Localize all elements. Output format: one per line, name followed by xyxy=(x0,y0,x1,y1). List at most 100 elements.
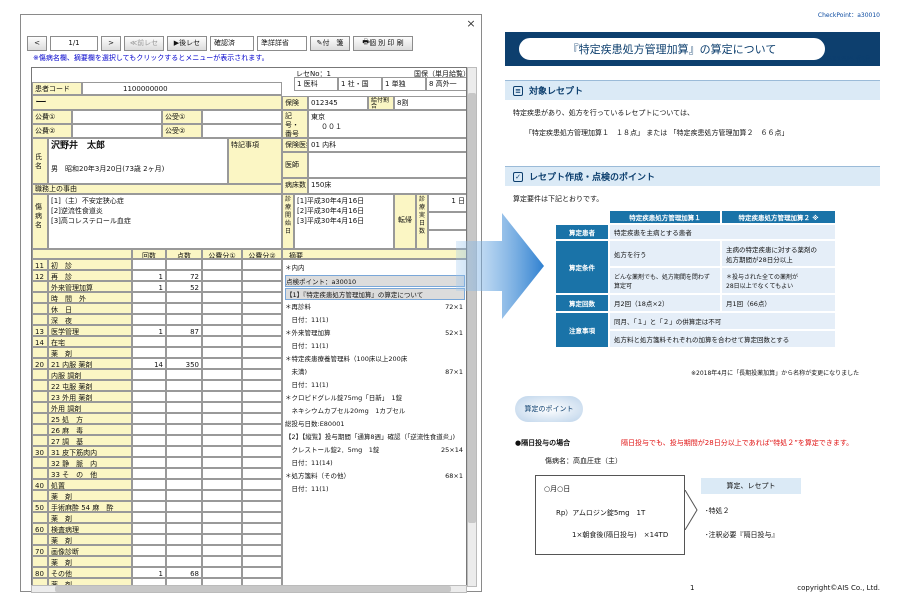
close-icon[interactable]: × xyxy=(465,17,477,30)
row-label: 27 調 基 xyxy=(48,435,132,446)
row-kohi2 xyxy=(242,468,282,479)
table-head-1: 特定疾患処方管理加算１ xyxy=(609,210,721,224)
cond-1b-line: どんな薬剤でも、処方期間を問わず xyxy=(614,273,710,281)
detail-select[interactable]: 準詳詳省 xyxy=(257,35,307,51)
row-points xyxy=(166,490,202,501)
row-label: 手術麻酔 54 麻 酔 xyxy=(48,501,132,512)
row-label: 23 外用 薬剤 xyxy=(48,391,132,402)
check-icon: ✓ xyxy=(513,171,523,182)
checkpoint-id: CheckPoint：a30010 xyxy=(817,12,880,19)
outcome-label: 転帰 xyxy=(394,194,416,249)
kohi1-value[interactable] xyxy=(72,110,162,124)
caution-1: 同月、「１」と「２」の併算定は不可 xyxy=(609,312,836,330)
checkpoint-highlight[interactable]: 【1】『特定疾患処方管理加算』の算定について xyxy=(285,288,465,300)
row-label: 31 皮下筋肉内 xyxy=(48,446,132,457)
row-points xyxy=(166,556,202,567)
row-kohi2 xyxy=(242,303,282,314)
jukyu1-value[interactable] xyxy=(202,110,282,124)
points-header: 点数 xyxy=(166,249,202,259)
prescription-box: ○月○日 Rp）アムロジン錠5mg 1T 1×朝食後(隔日投与) ×14TD xyxy=(535,475,685,555)
row-count xyxy=(132,413,166,424)
tekiyo-text: 日付：11(1) xyxy=(285,316,329,324)
row-points: 87 xyxy=(166,325,202,336)
start-date: [1]平成30年4月16日 xyxy=(297,197,365,205)
row-kohi1 xyxy=(202,314,242,325)
tekiyo-line: ＊クロピドグレル錠75mg「日新」 1錠 xyxy=(285,392,465,404)
kohi1-points-header: 公費分① xyxy=(202,249,242,259)
row-kohi1 xyxy=(202,490,242,501)
row-code: 40 xyxy=(32,479,48,490)
tekiyo-text: ＊外来管理加算 xyxy=(285,329,331,337)
beds-label: 病床数 xyxy=(282,178,308,194)
row-kohi2 xyxy=(242,567,282,578)
sec1-items: 「特定疾患処方管理加算１ １８点」 または 「特定疾患処方管理加算２ ６６点」 xyxy=(525,129,789,137)
patient-name: 沢野井 太郎 xyxy=(51,141,106,151)
patient-gender-birth: 男 昭和20年3月20日(73歳 2ヶ月) xyxy=(51,164,225,174)
kohi2-value[interactable] xyxy=(72,124,162,138)
count-header: 回数 xyxy=(132,249,166,259)
tekiyo-line: 日付：11(1) xyxy=(285,483,465,495)
row-kohi2 xyxy=(242,424,282,435)
jukyu2-value[interactable] xyxy=(202,124,282,138)
sec2-body: 算定要件は下記とおりです。 xyxy=(513,195,604,203)
sticky-note-button[interactable]: ✎ 付 箋 xyxy=(310,35,350,51)
cond-2b-line: ＊投与された全ての薬剤が xyxy=(726,273,799,281)
row-label: 深 夜 xyxy=(48,314,132,325)
row-code: 60 xyxy=(32,523,48,534)
section-target-receipt: ≡ 対象レセプト xyxy=(505,80,880,100)
birthdate: 昭和20年3月20日(73歳 2ヶ月) xyxy=(65,165,165,173)
row-count: 14 xyxy=(132,358,166,369)
row-kohi1 xyxy=(202,270,242,281)
tekiyo-area[interactable]: ＊内内 点検ポイント：a30010 【1】『特定疾患処方管理加算』の算定について ＊再… xyxy=(282,259,466,586)
row-condition: 算定条件 xyxy=(555,240,609,294)
row-kohi1 xyxy=(202,567,242,578)
doctor-label: 医師 xyxy=(282,152,308,178)
row-code xyxy=(32,281,48,292)
row-kohi1 xyxy=(202,325,242,336)
kohi2-label: 公費② xyxy=(32,124,72,138)
start-date: [3]平成30年4月16日 xyxy=(297,217,365,225)
next-page-button[interactable]: > xyxy=(101,35,121,51)
row-kohi1 xyxy=(202,534,242,545)
tekiyo-text: 日付：11(1) xyxy=(285,485,329,493)
case-disease: 傷病名：高血圧症（主） xyxy=(545,457,622,465)
tekiyo-line: ＊特定疾患療養管理料（100床以上200床 xyxy=(285,353,465,365)
row-count xyxy=(132,314,166,325)
next-receipt-button[interactable]: ▶後レセ xyxy=(167,35,207,51)
view-select[interactable]: 確認済 xyxy=(210,35,254,51)
row-kohi1 xyxy=(202,281,242,292)
tekiyo-line: ＊外来管理加算 52×1 xyxy=(285,327,465,339)
doc-date: 2018/4 作成 xyxy=(826,55,870,63)
row-kohi2 xyxy=(242,446,282,457)
checkpoint-highlight[interactable]: 点検ポイント：a30010 xyxy=(285,275,465,287)
tekiyo-value: 25×14 xyxy=(441,446,463,454)
disease-list[interactable]: [1]（主）不安定狭心症 [2]逆流性食道炎 [3]高コレステロール血症 xyxy=(48,194,282,249)
row-count xyxy=(132,402,166,413)
prev-receipt-button[interactable]: ≪前レセ xyxy=(124,35,164,51)
row-code: 14 xyxy=(32,336,48,347)
row-label: 21 内服 薬剤 xyxy=(48,358,132,369)
row-kohi2 xyxy=(242,534,282,545)
row-count xyxy=(132,490,166,501)
requirements-table: 特定疾患処方管理加算１ 特定疾患処方管理加算２ ※ 算定患者 特定疾患を主病とす… xyxy=(555,210,836,355)
row-kohi1 xyxy=(202,523,242,534)
horizontal-scroll-thumb[interactable] xyxy=(55,586,451,592)
row-points xyxy=(166,292,202,303)
row-count: 1 xyxy=(132,281,166,292)
receipt-form: レセNo：1 国保（単月給覧） 1 医科 1 社・国 1 単独 8 高外一 患者… xyxy=(31,67,467,587)
row-points xyxy=(166,336,202,347)
start-date-label: 診療開始日 xyxy=(282,194,294,249)
row-count xyxy=(132,501,166,512)
list-icon: ≡ xyxy=(513,85,523,96)
row-kohi1 xyxy=(202,545,242,556)
tekiyo-line: ネキシウムカプセル20mg 1カプセル xyxy=(285,405,465,417)
row-kohi1 xyxy=(202,512,242,523)
row-points: 52 xyxy=(166,281,202,292)
print-button[interactable]: 🖶 個 別 印 刷 xyxy=(353,35,413,51)
row-count xyxy=(132,446,166,457)
row-kohi1 xyxy=(202,468,242,479)
row-count xyxy=(132,424,166,435)
tekiyo-text: ＊特定疾患療養管理料（100床以上200床 xyxy=(285,355,408,363)
kigo: 東京 xyxy=(311,113,325,121)
prev-page-button[interactable]: < xyxy=(27,35,47,51)
